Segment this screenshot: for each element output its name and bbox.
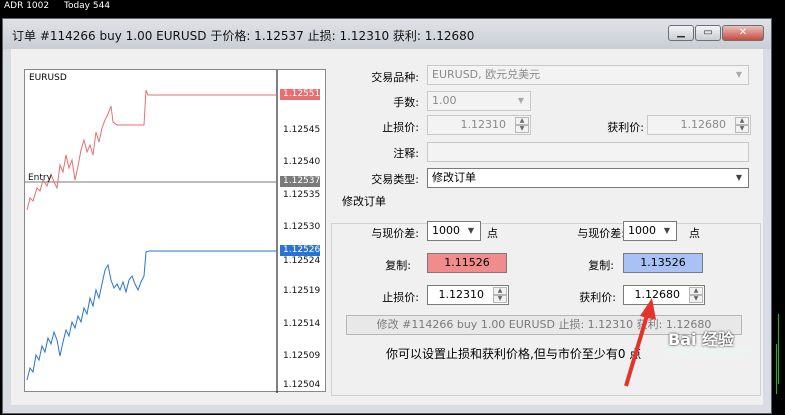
chevron-down-icon: ▼ <box>735 70 743 79</box>
diff-select-left[interactable]: 1000 ▼ <box>427 221 481 241</box>
modify-tp-value: 1.12680 <box>634 288 681 301</box>
modify-sl-spinner[interactable]: ▲ ▼ <box>493 287 507 303</box>
constraint-note: 你可以设置止损和获利价格,但与市价至少有0 点 <box>386 347 642 361</box>
price-line-upper <box>26 89 149 211</box>
symbol-value: EURUSD, 欧元兑美元 <box>432 68 541 81</box>
chevron-down-icon: ▼ <box>467 226 475 235</box>
sl-label: 止损价: <box>382 121 419 134</box>
diff-value-right: 1000 <box>628 224 656 237</box>
background-candle <box>778 314 779 384</box>
tp-spinner[interactable]: ▲ ▼ <box>735 117 749 133</box>
order-dialog: 订单 #114266 buy 1.00 EURUSD 于价格: 1.12537 … <box>2 18 772 414</box>
spin-down-icon: ▼ <box>689 295 703 303</box>
sl-input-value: 1.12310 <box>460 118 507 131</box>
entry-price-tag: 1.12537 <box>280 176 320 187</box>
axis-tick: 1.12530 <box>283 222 321 232</box>
order-type-value: 修改订单 <box>432 171 476 184</box>
dialog-client-area: EURUSD Entry 1.12551 1.12537 1.12526 1.1… <box>11 49 763 405</box>
sl-price-tag: 1.12526 <box>280 245 320 256</box>
copy-label-right: 复制: <box>588 259 614 272</box>
symbol-select[interactable]: EURUSD, 欧元兑美元 ▼ <box>427 65 749 85</box>
axis-tick: 1.12535 <box>283 190 321 200</box>
chevron-down-icon: ▼ <box>735 173 743 182</box>
entry-label: Entry <box>28 173 52 183</box>
terminal-status-bar: ADR 1002 Today 544 <box>0 0 785 14</box>
sl-input[interactable]: 1.12310 ▲ ▼ <box>427 115 531 135</box>
spin-up-icon: ▲ <box>493 287 507 295</box>
status-item-today: Today 544 <box>63 1 111 11</box>
dialog-titlebar[interactable]: 订单 #114266 buy 1.00 EURUSD 于价格: 1.12537 … <box>3 19 771 49</box>
points-label-left: 点 <box>487 227 498 240</box>
chart-symbol-label: EURUSD <box>29 73 67 83</box>
modify-group-title: 修改订单 <box>339 193 389 209</box>
tp-label: 获利价: <box>607 121 644 134</box>
sl-spinner[interactable]: ▲ ▼ <box>515 117 529 133</box>
spin-down-icon: ▼ <box>735 125 749 133</box>
copy-tp-button[interactable]: 1.13526 <box>623 253 703 273</box>
axis-tick: 1.12524 <box>283 256 321 266</box>
maximize-button[interactable]: ▭ <box>695 25 721 41</box>
copy-label-left: 复制: <box>385 259 411 272</box>
comment-input[interactable] <box>427 142 749 162</box>
status-item-adr: ADR 1002 <box>4 1 50 11</box>
copy-sl-button[interactable]: 1.11526 <box>427 253 507 273</box>
diff-label-right: 与现价差: <box>577 227 625 240</box>
comment-label: 注释: <box>393 147 419 160</box>
spin-up-icon: ▲ <box>735 117 749 125</box>
modify-sl-input[interactable]: 1.12310 ▲ ▼ <box>427 285 509 305</box>
axis-tick: 1.12514 <box>283 319 321 329</box>
axis-tick: 1.12519 <box>283 286 321 296</box>
modify-tp-input[interactable]: 1.12680 ▲ ▼ <box>623 285 705 305</box>
axis-tick: 1.12545 <box>283 125 321 135</box>
chevron-down-icon: ▼ <box>517 96 525 105</box>
axis-tick: 1.12540 <box>283 157 321 167</box>
tp-input-value: 1.12680 <box>680 118 727 131</box>
spin-down-icon: ▼ <box>515 125 529 133</box>
axis-tick: 1.12509 <box>283 351 321 361</box>
symbol-label: 交易品种: <box>371 71 419 84</box>
modify-tp-label: 获利价: <box>579 291 616 304</box>
diff-select-right[interactable]: 1000 ▼ <box>623 221 677 241</box>
tp-input[interactable]: 1.12680 ▲ ▼ <box>647 115 751 135</box>
close-button[interactable]: ✕ <box>722 25 764 41</box>
chart-svg <box>25 70 278 393</box>
modify-sl-label: 止损价: <box>382 291 419 304</box>
order-type-label: 交易类型: <box>371 173 419 186</box>
axis-tick: 1.12504 <box>283 380 321 390</box>
price-chart: EURUSD Entry 1.12551 1.12537 1.12526 1.1… <box>24 69 326 393</box>
watermark-subtext: jingyan.baidu.com <box>668 346 752 356</box>
order-type-select[interactable]: 修改订单 ▼ <box>427 168 749 188</box>
modify-tp-spinner[interactable]: ▲ ▼ <box>689 287 703 303</box>
modify-sl-value: 1.12310 <box>438 288 485 301</box>
dialog-title: 订单 #114266 buy 1.00 EURUSD 于价格: 1.12537 … <box>12 29 475 43</box>
price-line-lower <box>26 250 150 381</box>
chevron-down-icon: ▼ <box>663 226 671 235</box>
spin-down-icon: ▼ <box>493 295 507 303</box>
volume-label: 手数: <box>393 96 419 109</box>
points-label-right: 点 <box>689 227 700 240</box>
minimize-button[interactable]: ▁ <box>668 25 694 41</box>
diff-value-left: 1000 <box>432 224 460 237</box>
volume-value: 1.00 <box>432 94 457 107</box>
volume-select[interactable]: 1.00 ▼ <box>427 91 531 111</box>
spin-up-icon: ▲ <box>515 117 529 125</box>
diff-label-left: 与现价差: <box>371 227 419 240</box>
background-candle <box>776 344 777 394</box>
spin-up-icon: ▲ <box>689 287 703 295</box>
modify-order-group <box>331 223 761 396</box>
tp-price-tag: 1.12551 <box>280 89 320 100</box>
